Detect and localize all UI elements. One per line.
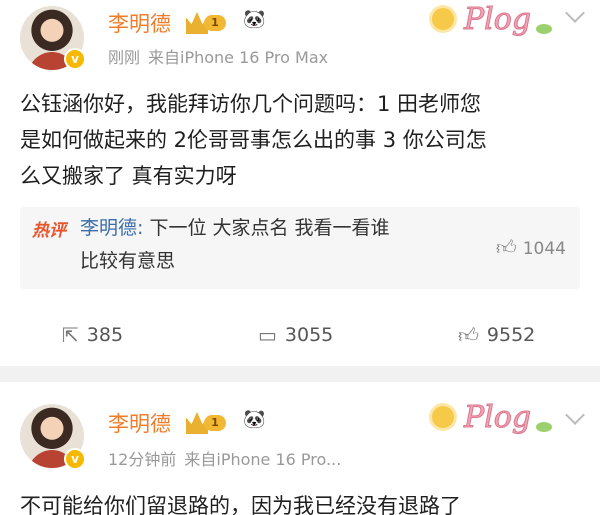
post-content: 公钰涵你好，我能拜访你几个问题吗：1 田老师您 是如何做起来的 2伦哥哥事怎么出… (20, 92, 487, 188)
post-meta: 刚刚 来自iPhone 16 Pro Max (108, 44, 328, 68)
panda-icon: 🐼 (243, 409, 266, 430)
post-source: 来自iPhone 16 Pro Max (148, 48, 329, 67)
plog-decoration-icon: Plog (428, 400, 552, 442)
like-count: 9552 (486, 324, 536, 346)
post-time: 12分钟前 (108, 450, 177, 469)
comment-count: 3055 (284, 324, 334, 346)
post-source: 来自iPhone 16 Pro... (184, 450, 342, 469)
chevron-down-icon[interactable] (565, 3, 585, 23)
thumbs-up-icon: 👍︎ (495, 235, 517, 259)
plog-decoration-icon: Plog (428, 2, 552, 44)
chevron-down-icon[interactable] (565, 405, 585, 425)
hot-comment[interactable]: 热评 李明德: 下一位 大家点名 我看一看谁 比较有意思 👍︎ 1044 (20, 207, 580, 289)
weibo-post: 李明德 1 🐼 刚刚来自iPhone 16 Pro Max Plog 公钰涵你好… (0, 0, 600, 366)
post-time: 刚刚 (108, 48, 141, 67)
thumbs-up-icon: 👍︎ (458, 322, 479, 347)
post-separator (0, 366, 600, 382)
verified-badge-icon (64, 48, 86, 70)
repost-icon: ⇱ (62, 323, 79, 347)
post-content: 不可能给你们留退路的，因为我已经没有退路了 (20, 494, 461, 515)
level-badge-icon: 1 (186, 12, 226, 34)
weibo-post: 李明德 1 🐼 12分钟前来自iPhone 16 Pro... Plog 不可能… (0, 382, 600, 515)
comment-button[interactable]: ▭ 3055 (258, 315, 333, 355)
verified-badge-icon (64, 448, 86, 470)
hot-comment-like-button[interactable]: 👍︎ 1044 (496, 235, 566, 260)
username[interactable]: 李明德 (108, 8, 171, 38)
username[interactable]: 李明德 (108, 408, 171, 438)
post-meta: 12分钟前 来自iPhone 16 Pro... (108, 446, 341, 470)
hot-comment-text: 李明德: 下一位 大家点名 我看一看谁 比较有意思 (80, 217, 390, 272)
comment-icon: ▭ (258, 323, 277, 347)
hot-comment-label: 热评 (32, 221, 66, 241)
like-button[interactable]: 👍︎ 9552 (458, 315, 535, 355)
repost-count: 385 (86, 324, 124, 346)
hot-comment-user[interactable]: 李明德: (80, 217, 143, 239)
hot-comment-like-count: 1044 (522, 239, 566, 259)
action-bar: ⇱ 385 ▭ 3055 👍︎ 9552 (0, 315, 600, 355)
level-badge-icon: 1 (186, 412, 226, 434)
repost-button[interactable]: ⇱ 385 (62, 315, 123, 355)
panda-icon: 🐼 (243, 9, 266, 30)
